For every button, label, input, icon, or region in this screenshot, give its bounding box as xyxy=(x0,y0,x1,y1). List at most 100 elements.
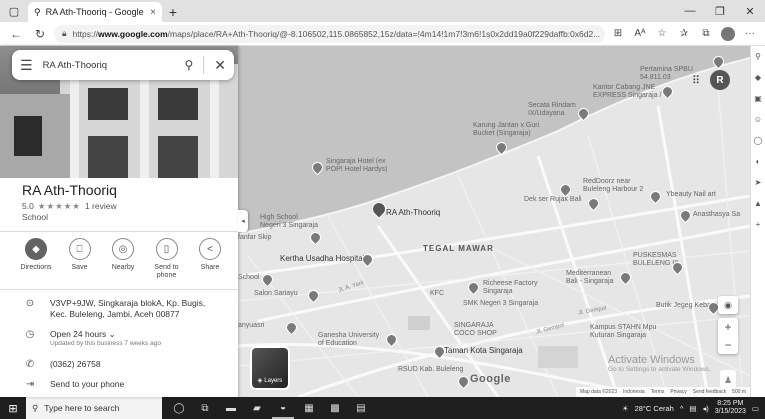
task-view-icon[interactable]: ⧉ xyxy=(194,397,216,419)
collections-icon[interactable]: ⧉ xyxy=(697,25,715,43)
map-label[interactable]: Secata Rindam IX/Udayana xyxy=(528,102,576,118)
search-icon[interactable]: ⚲ xyxy=(755,52,761,61)
collapse-panel-button[interactable]: ◂ xyxy=(238,210,248,232)
map-label[interactable]: SINGARAJA COCO SHOP xyxy=(454,322,497,338)
terms-link[interactable]: Terms xyxy=(651,389,665,395)
weather-text[interactable]: 28°C Cerah xyxy=(635,404,674,413)
store-icon[interactable]: ▰ xyxy=(246,397,268,419)
reload-icon[interactable]: ↻ xyxy=(30,24,50,44)
address-bar[interactable]: 🔒︎ https://www.google.com/maps/place/RA+… xyxy=(54,24,605,43)
minimize-icon[interactable]: — xyxy=(675,0,705,22)
map-label[interactable]: KFC xyxy=(430,290,444,298)
drop-icon[interactable]: ▲ xyxy=(754,199,762,208)
chevron-up-icon[interactable]: ^ xyxy=(680,404,684,413)
search-icon[interactable]: ⚲ xyxy=(184,58,193,72)
favorite-star-icon[interactable]: ☆ xyxy=(653,25,671,43)
network-icon[interactable]: ▤ xyxy=(689,404,696,413)
chevron-down-icon[interactable]: ⌄ xyxy=(109,329,116,339)
browser-tab[interactable]: ⚲ RA Ath-Thooriq - Google Maps × xyxy=(28,2,162,22)
map-label[interactable]: Richeese Factory Singaraja xyxy=(483,280,537,296)
map-label[interactable]: Taman Kota Singaraja xyxy=(444,346,523,355)
file-explorer-icon[interactable]: ▬ xyxy=(220,397,242,419)
map-label[interactable]: SMK Negeri 3 Singaraja xyxy=(463,300,538,308)
map-label[interactable]: Salon Sariayu xyxy=(254,290,298,298)
word-icon[interactable]: ▦ xyxy=(298,397,320,419)
map-label[interactable]: Mediterranean Bali - Singaraja xyxy=(566,270,613,286)
taskbar-search-input[interactable]: Type here to search xyxy=(44,403,119,413)
map-label[interactable]: fanfar Skip xyxy=(238,234,271,242)
zoom-in-button[interactable]: + xyxy=(718,318,738,336)
divider xyxy=(0,289,238,290)
address-row[interactable]: ⊙ V3VP+9JW, Singkaraja blokA, Kp. Bugis,… xyxy=(0,298,238,321)
tag-icon[interactable]: ◆ xyxy=(755,73,761,82)
send-icon[interactable]: ➤ xyxy=(755,178,762,187)
layers-button[interactable]: ◈ Layers xyxy=(250,346,290,390)
map-label[interactable]: Anasthasya Sa xyxy=(693,211,740,219)
map-canvas[interactable]: ⠿ R Pertamina SPBU 54.811.03 Kantor Caban… xyxy=(238,46,750,397)
tab-actions-icon[interactable]: ▢ xyxy=(0,0,28,22)
map-label[interactable]: Dek ser Rujak Bali xyxy=(524,196,582,204)
send-to-phone-button[interactable]: ▯ Send to phone xyxy=(149,238,185,280)
app-icon[interactable]: ▩ xyxy=(324,397,346,419)
search-input[interactable]: RA Ath-Thooriq xyxy=(43,60,175,71)
send-feedback-link[interactable]: Send feedback xyxy=(693,389,726,395)
save-button[interactable]: ⎕ Save xyxy=(62,238,98,280)
map-label[interactable]: RedDoorz near Buleleng Harbour 2 xyxy=(583,178,643,194)
favorites-icon[interactable]: ✰ xyxy=(675,25,693,43)
save-label: Save xyxy=(71,264,88,271)
search-box[interactable]: ☰ RA Ath-Thooriq ⚲ ✕ xyxy=(12,50,234,80)
map-label[interactable]: Kertha Usadha Hospital xyxy=(280,254,365,263)
app-icon[interactable]: ▤ xyxy=(350,397,372,419)
back-icon[interactable]: ← xyxy=(6,24,26,44)
taskbar-search[interactable]: ⚲ Type here to search xyxy=(26,397,162,419)
people-icon[interactable]: ☺ xyxy=(754,115,762,124)
my-location-button[interactable]: ◉ xyxy=(718,296,738,314)
close-icon[interactable]: ✕ xyxy=(214,57,226,74)
zoom-out-button[interactable]: − xyxy=(718,336,738,354)
windows-start-icon[interactable]: ⊞ xyxy=(0,397,26,419)
add-icon[interactable]: + xyxy=(756,220,761,229)
app-available-icon[interactable]: ⊞ xyxy=(609,25,627,43)
nearby-button[interactable]: ◎ Nearby xyxy=(105,238,141,280)
map-label[interactable]: Singaraja Hotel (ex POP! Hotel Hardys) xyxy=(326,158,387,174)
map-label[interactable]: School xyxy=(238,274,259,282)
google-apps-icon[interactable]: ⠿ xyxy=(692,74,700,87)
map-label[interactable]: RSUD Kab. Buleleng xyxy=(398,366,463,374)
weather-icon[interactable]: ☀ xyxy=(622,404,629,413)
cortana-icon[interactable]: ◯ xyxy=(168,397,190,419)
scale-bar[interactable]: 500 m xyxy=(732,389,746,395)
new-tab-button[interactable]: + xyxy=(162,2,184,22)
share-button[interactable]: < Share xyxy=(192,238,228,280)
map-label[interactable]: High School Negeri 3 Singaraja xyxy=(260,214,318,230)
privacy-link[interactable]: Privacy xyxy=(670,389,686,395)
edge-browser-icon[interactable]: ◒ xyxy=(272,397,294,419)
map-label[interactable]: Ybeauty Nail art xyxy=(666,191,716,199)
read-aloud-icon[interactable]: Aᴬ xyxy=(631,25,649,43)
place-category[interactable]: School xyxy=(22,212,48,222)
directions-button[interactable]: ◆ Directions xyxy=(18,238,54,280)
clock[interactable]: 8:25 PM 3/15/2023 xyxy=(715,400,746,415)
map-label[interactable]: Karung Jantan x Guri Bucket (Singaraja) xyxy=(473,122,539,138)
user-avatar[interactable]: R xyxy=(710,70,730,90)
selected-place-label[interactable]: RA Ath-Thooriq xyxy=(386,208,440,217)
phone-row[interactable]: ✆ (0362) 26758 xyxy=(0,359,238,370)
map-label[interactable]: anyuasri xyxy=(238,322,264,330)
maximize-icon[interactable]: ❐ xyxy=(705,0,735,22)
review-count-link[interactable]: 1 review xyxy=(85,201,117,212)
map-label[interactable]: Kampus STAHN Mpu Kuturan Singaraja xyxy=(590,324,656,340)
map-label[interactable]: Ganesha University of Education xyxy=(318,332,379,348)
close-window-icon[interactable]: ✕ xyxy=(735,0,765,22)
menu-icon[interactable]: ☰ xyxy=(20,57,33,74)
briefcase-icon[interactable]: ▣ xyxy=(754,94,762,103)
tab-close-icon[interactable]: × xyxy=(150,7,156,18)
profile-icon[interactable] xyxy=(719,25,737,43)
map-label[interactable]: Kantor Cabang JNE EXPRESS Singaraja / xyxy=(593,84,661,100)
notification-icon[interactable]: ▭ xyxy=(752,404,759,413)
hours-row[interactable]: ◷ Open 24 hours ⌄ Updated by this busines… xyxy=(0,329,238,349)
map-label[interactable]: Pertamina SPBU 54.811.03 xyxy=(640,66,693,82)
office-icon[interactable]: ◯ xyxy=(754,136,763,145)
games-icon[interactable]: ◐ xyxy=(756,157,761,166)
send-row[interactable]: ⇥ Send to your phone xyxy=(0,379,238,390)
more-icon[interactable]: ··· xyxy=(741,25,759,43)
volume-icon[interactable]: ◂) xyxy=(702,404,708,413)
